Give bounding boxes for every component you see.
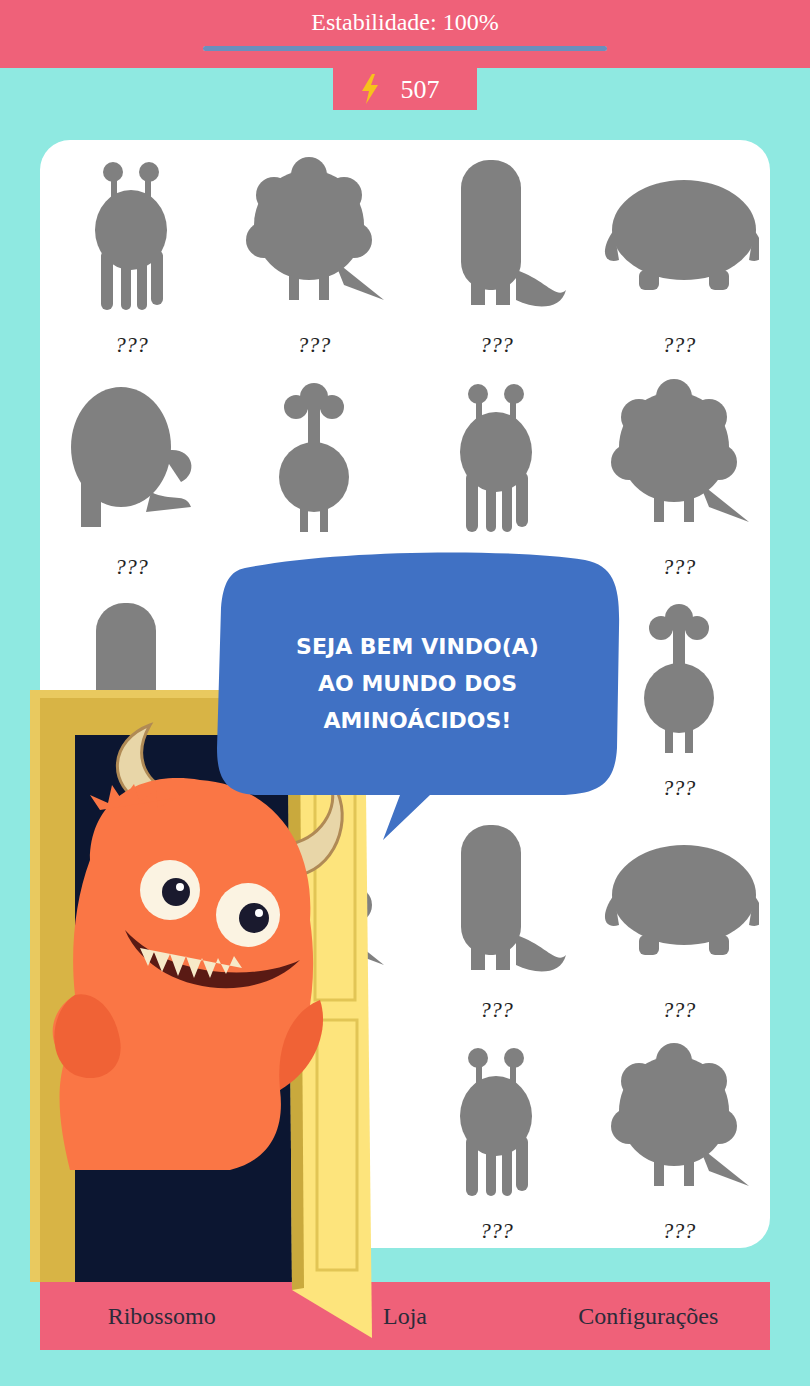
monster-silhouette-icon: [599, 1036, 759, 1206]
monster-name: ???: [480, 1218, 513, 1244]
monster-silhouette-icon: [234, 372, 394, 542]
energy-value: 507: [401, 70, 440, 109]
monster-name: ???: [480, 997, 513, 1023]
stability-fill: [203, 46, 607, 51]
monster-name: ???: [662, 775, 695, 801]
lightning-icon: [361, 74, 379, 104]
welcome-bubble: SEJA BEM VINDO(A)AO MUNDO DOSAMINOÁCIDOS…: [215, 548, 620, 848]
monster-name: ???: [115, 554, 148, 580]
monster-name: ???: [662, 332, 695, 358]
monster-silhouette-icon: [599, 593, 759, 763]
monster-name: ???: [297, 332, 330, 358]
bubble-line: AMINOÁCIDOS!: [324, 702, 512, 739]
monster-silhouette-icon: [51, 150, 211, 320]
energy-box: 507: [333, 68, 477, 110]
monster-silhouette-icon: [234, 150, 394, 320]
monster-card[interactable]: [405, 362, 588, 584]
monster-card[interactable]: ???: [405, 805, 588, 1027]
bubble-line: AO MUNDO DOS: [318, 665, 517, 702]
monster-silhouette-icon: [416, 150, 576, 320]
monster-silhouette-icon: [51, 372, 211, 542]
monster-card[interactable]: ???: [588, 1026, 771, 1248]
monster-card[interactable]: [223, 362, 406, 584]
monster-silhouette-icon: [599, 372, 759, 542]
bubble-text: SEJA BEM VINDO(A)AO MUNDO DOSAMINOÁCIDOS…: [215, 628, 620, 739]
nav-item[interactable]: Configurações: [527, 1298, 770, 1334]
monster-card[interactable]: ???: [40, 362, 223, 584]
monster-card[interactable]: ???: [588, 805, 771, 1027]
speech-bubble-icon: [215, 548, 620, 848]
monster-name: ???: [115, 332, 148, 358]
monster-card[interactable]: ???: [588, 140, 771, 362]
stability-title: Estabilidade: 100%: [311, 6, 498, 38]
monster-silhouette-icon: [599, 815, 759, 985]
monster-card[interactable]: ???: [588, 362, 771, 584]
monster-silhouette-icon: [416, 815, 576, 985]
bubble-line: SEJA BEM VINDO(A): [296, 628, 539, 665]
bottom-nav: RibossomoLojaConfigurações: [40, 1282, 770, 1350]
app-screen: Estabilidade: 100% 507 ?????????????????…: [0, 0, 810, 1386]
monster-card[interactable]: ???: [405, 1026, 588, 1248]
stability-track: [203, 46, 607, 51]
monster-name: ???: [480, 332, 513, 358]
monster-silhouette-icon: [416, 1036, 576, 1206]
monster-card[interactable]: ???: [405, 140, 588, 362]
monster-name: ???: [662, 997, 695, 1023]
monster-silhouette-icon: [599, 150, 759, 320]
monster-name: ???: [662, 1218, 695, 1244]
nav-item[interactable]: Ribossomo: [40, 1298, 283, 1334]
stability-bar: Estabilidade: 100%: [0, 0, 810, 68]
monster-card[interactable]: ???: [223, 140, 406, 362]
monster-silhouette-icon: [416, 372, 576, 542]
monster-card[interactable]: ???: [40, 140, 223, 362]
monster-name: ???: [662, 554, 695, 580]
